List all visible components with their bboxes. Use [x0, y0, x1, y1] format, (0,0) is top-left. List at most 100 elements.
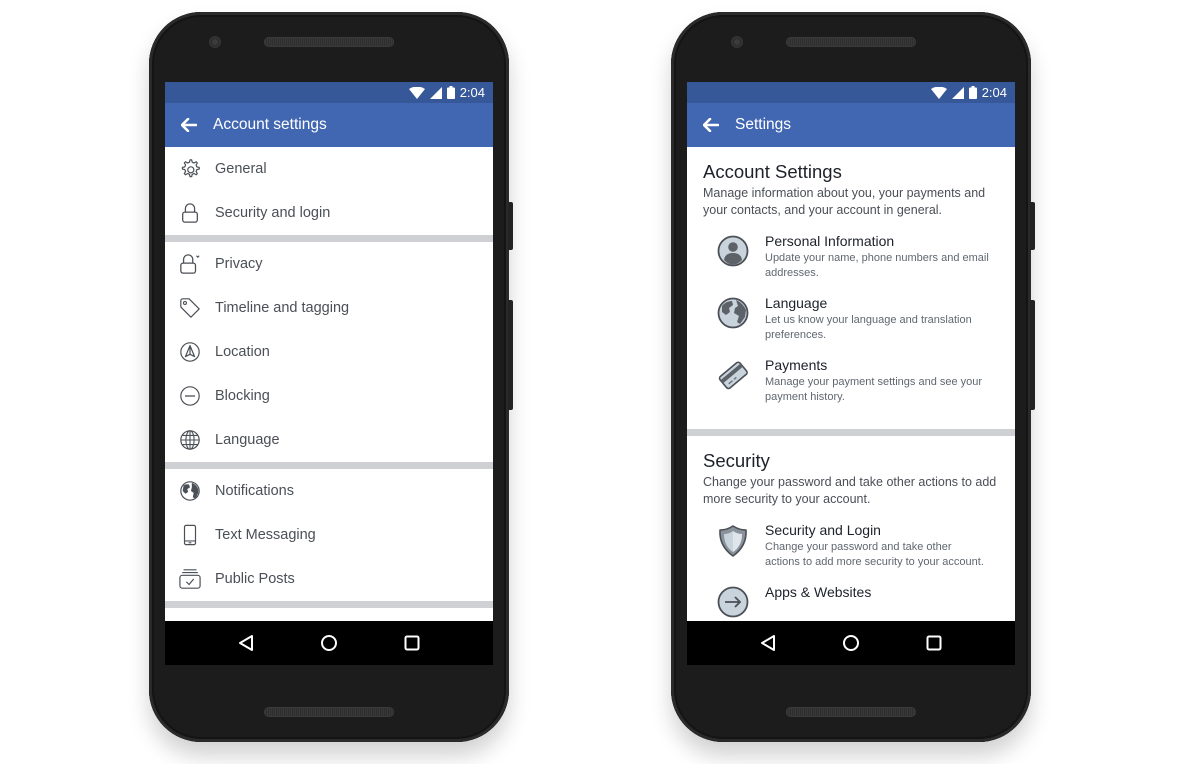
section-title: Security: [703, 450, 770, 471]
settings-item-location[interactable]: Location: [165, 330, 493, 374]
front-camera: [731, 36, 743, 48]
nav-home-button[interactable]: [831, 623, 871, 663]
settings-item-label: General: [215, 161, 267, 177]
section-security: Security Change your password and take o…: [687, 436, 1015, 621]
battery-icon: [968, 86, 977, 99]
phone-left: 2:04 Account settings General Security a…: [149, 12, 513, 742]
globe-filled-icon: [165, 480, 215, 502]
wifi-icon: [408, 86, 425, 99]
front-camera: [209, 36, 221, 48]
settings-item-label: Timeline and tagging: [215, 300, 350, 316]
nav-home-button[interactable]: [309, 623, 349, 663]
section-account-settings: Account Settings Manage information abou…: [687, 147, 1015, 413]
section-divider: [687, 429, 1015, 436]
arrow-circle-icon: [717, 584, 765, 621]
settings-item-partial[interactable]: [165, 608, 493, 621]
phone-right: 2:04 Settings Account Settings Manage in…: [671, 12, 1035, 742]
blocking-icon: [165, 385, 215, 407]
screen: 2:04 Settings Account Settings Manage in…: [687, 82, 1015, 665]
settings-item-notifications[interactable]: Notifications: [165, 469, 493, 513]
settings-item-label: Public Posts: [215, 571, 295, 587]
signal-icon: [951, 86, 964, 99]
app-bar: Settings: [687, 103, 1015, 147]
section-title: Account Settings: [703, 161, 842, 182]
location-icon: [165, 341, 215, 363]
settings-item-public-posts[interactable]: Public Posts: [165, 557, 493, 601]
settings-item-label: Security and login: [215, 205, 331, 221]
shield-icon: [717, 522, 765, 570]
globe-icon: [717, 295, 765, 343]
wifi-icon: [930, 86, 947, 99]
status-bar: 2:04: [687, 82, 1015, 103]
power-button: [1030, 202, 1035, 250]
settings-item-label: Privacy: [215, 256, 263, 272]
settings-item-general[interactable]: General: [165, 147, 493, 191]
settings-item-personal-information[interactable]: Personal Information Update your name, p…: [703, 233, 999, 281]
back-nav-icon: [239, 635, 254, 651]
settings-item-language[interactable]: Language Let us know your language and t…: [703, 295, 999, 343]
phone-icon: [165, 524, 215, 546]
public-posts-icon: [165, 568, 215, 590]
back-nav-icon: [761, 635, 776, 651]
nav-back-button[interactable]: [226, 623, 266, 663]
back-button[interactable]: [687, 103, 735, 147]
home-nav-icon: [842, 635, 859, 651]
arrow-left-icon: [181, 118, 197, 132]
nav-recents-button[interactable]: [392, 623, 432, 663]
home-nav-icon: [320, 635, 337, 651]
settings-item-text-messaging[interactable]: Text Messaging: [165, 513, 493, 557]
earpiece-speaker: [786, 37, 916, 47]
system-nav-bar: [687, 621, 1015, 665]
settings-item-label: Language: [215, 432, 280, 448]
nav-recents-button[interactable]: [914, 623, 954, 663]
settings-item-privacy[interactable]: Privacy: [165, 242, 493, 286]
settings-item-label: Location: [215, 344, 270, 360]
page-title: Settings: [735, 116, 792, 133]
gear-icon: [165, 158, 215, 180]
person-icon: [717, 233, 765, 281]
section-divider: [165, 235, 493, 242]
bottom-speaker: [264, 707, 394, 717]
settings-item-timeline-and-tagging[interactable]: Timeline and tagging: [165, 286, 493, 330]
settings-item-apps-and-websites[interactable]: Apps & Websites: [703, 584, 999, 621]
arrow-left-icon: [703, 118, 719, 132]
app-bar: Account settings: [165, 103, 493, 147]
settings-item-language[interactable]: Language: [165, 418, 493, 462]
settings-item-security-and-login[interactable]: Security and login: [165, 191, 493, 235]
credit-card-icon: [717, 357, 765, 405]
settings-item-blocking[interactable]: Blocking: [165, 374, 493, 418]
section-divider: [165, 601, 493, 608]
item-title: Payments: [765, 357, 828, 373]
back-button[interactable]: [165, 103, 213, 147]
page-title: Account settings: [213, 116, 327, 133]
power-button: [508, 202, 513, 250]
section-divider: [165, 462, 493, 469]
settings-list: General Security and login Privacy Timel…: [165, 147, 493, 621]
volume-button: [508, 300, 513, 410]
item-title: Security and Login: [765, 522, 881, 538]
settings-item-label: Notifications: [215, 483, 294, 499]
earpiece-speaker: [264, 37, 394, 47]
bottom-speaker: [786, 707, 916, 717]
settings-item-label: Blocking: [215, 388, 270, 404]
section-description: Change your password and take other acti…: [703, 475, 997, 506]
tag-icon: [165, 297, 215, 319]
settings-item-security-and-login[interactable]: Security and Login Change your password …: [703, 522, 999, 570]
privacy-lock-icon: [165, 253, 215, 275]
screen: 2:04 Account settings General Security a…: [165, 82, 493, 665]
recents-nav-icon: [404, 635, 420, 651]
item-description: Change your password and take other acti…: [765, 541, 984, 568]
item-title: Apps & Websites: [765, 584, 872, 600]
item-description: Let us know your language and translatio…: [765, 314, 972, 341]
status-bar: 2:04: [165, 82, 493, 103]
settings-item-payments[interactable]: Payments Manage your payment settings an…: [703, 357, 999, 405]
section-description: Manage information about you, your payme…: [703, 186, 986, 217]
settings-content: Account Settings Manage information abou…: [687, 147, 1015, 621]
recents-nav-icon: [926, 635, 942, 651]
lock-icon: [165, 202, 215, 224]
item-title: Personal Information: [765, 233, 895, 249]
nav-back-button[interactable]: [748, 623, 788, 663]
settings-item-label: Text Messaging: [215, 527, 316, 543]
globe-icon: [165, 429, 215, 451]
status-time: 2:04: [981, 85, 1007, 100]
